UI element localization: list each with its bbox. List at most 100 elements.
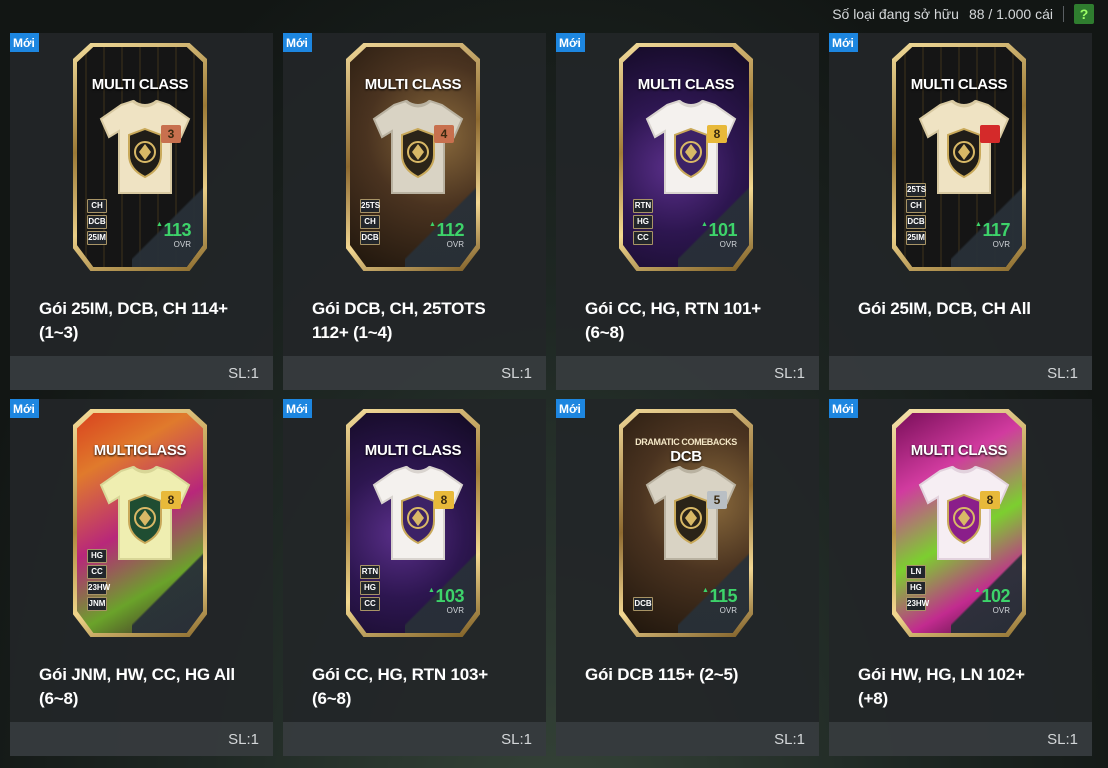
ovr-display: 101OVR xyxy=(701,220,737,249)
jersey-icon xyxy=(645,99,737,195)
upgrade-rank-badge: 8 xyxy=(434,491,454,509)
upgrade-rank-badge xyxy=(980,125,1000,143)
ovr-label: OVR xyxy=(173,240,191,249)
pack-name-line: (1~3) xyxy=(39,323,79,342)
jersey-icon xyxy=(99,465,191,561)
new-badge: Mới xyxy=(556,399,585,418)
player-card-image[interactable]: MULTI CLASS 8 LN HG 23HW 102OVR xyxy=(892,409,1026,637)
help-button[interactable]: ? xyxy=(1074,4,1094,24)
class-chip: HG xyxy=(633,215,653,229)
pack-footer: SL:1 xyxy=(829,356,1092,390)
jersey-icon xyxy=(918,99,1010,195)
pack-name-line: (6~8) xyxy=(312,689,352,708)
quantity-label: SL:1 xyxy=(774,364,805,382)
jersey-icon xyxy=(918,465,1010,561)
class-chips: 25TS CH DCB 25IM xyxy=(906,183,926,245)
ovr-value: 113 xyxy=(156,220,191,240)
player-card-image[interactable]: MULTI CLASS 3 CH DCB 25IM 113OVR xyxy=(73,43,207,271)
player-card-image[interactable]: MULTI CLASS 4 25TS CH DCB 112OVR xyxy=(346,43,480,271)
pack-item[interactable]: Mới MULTI CLASS 8 RTN HG CC 103OVR Gói CC, HG, … xyxy=(283,399,546,756)
pack-footer: SL:1 xyxy=(10,722,273,756)
pack-footer: SL:1 xyxy=(10,356,273,390)
class-chips: LN HG 23HW xyxy=(906,565,929,611)
player-card-image[interactable]: MULTI CLASS 8 RTN HG CC 101OVR xyxy=(619,43,753,271)
quantity-label: SL:1 xyxy=(228,364,259,382)
card-title: MULTI CLASS xyxy=(364,442,462,459)
pack-footer: SL:1 xyxy=(829,722,1092,756)
ovr-display: 117OVR xyxy=(975,220,1010,249)
pack-name: Gói DCB 115+ (2~5) xyxy=(556,647,819,722)
class-chip: CC xyxy=(87,565,107,579)
ovr-display: 103OVR xyxy=(428,586,464,615)
pack-name-line: Gói CC, HG, RTN 101+ xyxy=(585,299,761,318)
class-chip: CC xyxy=(360,597,380,611)
ovr-value: 117 xyxy=(975,220,1010,240)
player-card-image[interactable]: MULTI CLASS 25TS CH DCB 25IM 117OVR xyxy=(892,43,1026,271)
quantity-label: SL:1 xyxy=(774,730,805,748)
card-title: MULTI CLASS xyxy=(910,76,1008,93)
new-badge: Mới xyxy=(829,399,858,418)
card-title: MULTICLASS xyxy=(93,442,187,459)
pack-item[interactable]: MớiDRAMATIC COMEBACKSDCB5DCB115OVRGói DC… xyxy=(556,399,819,756)
card-area: MULTI CLASS 8 LN HG 23HW 102OVR xyxy=(829,399,1092,647)
pack-name: Gói 25IM, DCB, CH 114+ (1~3) xyxy=(10,281,273,356)
pack-footer: SL:1 xyxy=(556,356,819,390)
pack-item[interactable]: Mới MULTI CLASS 4 25TS CH DCB 112OVR Gói DCB, C… xyxy=(283,33,546,390)
ovr-display: 113OVR xyxy=(156,220,191,249)
pack-name-line: Gói DCB, CH, 25TOTS xyxy=(312,299,486,318)
class-chip: DCB xyxy=(633,597,653,611)
pack-item[interactable]: Mới MULTI CLASS 8 LN HG 23HW 102OVR Gói HW, HG,… xyxy=(829,399,1092,756)
upgrade-rank-badge: 4 xyxy=(434,125,454,143)
new-badge: Mới xyxy=(829,33,858,52)
pack-item[interactable]: Mới MULTI CLASS 8 RTN HG CC 101OVR Gói CC, HG, … xyxy=(556,33,819,390)
class-chip: 25TS xyxy=(906,183,926,197)
class-chip: 25IM xyxy=(87,231,107,245)
card-area: MULTI CLASS 8 RTN HG CC 101OVR xyxy=(556,33,819,281)
player-card-image[interactable]: MULTICLASS 8 HG CC 23HW JNM xyxy=(73,409,207,637)
quantity-label: SL:1 xyxy=(501,730,532,748)
pack-item[interactable]: Mới MULTICLASS 8 HG CC 23HW JNM Gói JNM, HW, CC… xyxy=(10,399,273,756)
class-chip: DCB xyxy=(87,215,107,229)
jersey-icon xyxy=(372,465,464,561)
ovr-display: 102OVR xyxy=(974,586,1010,615)
pack-item[interactable]: Mới MULTI CLASS 3 CH DCB 25IM 113OVR Gói 25IM, … xyxy=(10,33,273,390)
divider xyxy=(1063,6,1064,22)
class-chip: 25IM xyxy=(906,231,926,245)
class-chips: 25TS CH DCB xyxy=(360,199,380,245)
class-chips: DCB xyxy=(633,597,653,611)
pack-name-line: Gói CC, HG, RTN 103+ xyxy=(312,665,488,684)
new-badge: Mới xyxy=(556,33,585,52)
class-chip: 23HW xyxy=(87,581,110,595)
jersey-icon xyxy=(372,99,464,195)
pack-name: Gói 25IM, DCB, CH All xyxy=(829,281,1092,356)
card-area: MULTI CLASS 8 RTN HG CC 103OVR xyxy=(283,399,546,647)
ovr-value: 101 xyxy=(701,220,737,240)
pack-name: Gói CC, HG, RTN 103+ (6~8) xyxy=(283,647,546,722)
new-badge: Mới xyxy=(10,399,39,418)
upgrade-rank-badge: 8 xyxy=(707,125,727,143)
pack-name: Gói DCB, CH, 25TOTS 112+ (1~4) xyxy=(283,281,546,356)
quantity-label: SL:1 xyxy=(501,364,532,382)
ovr-value: 115 xyxy=(702,586,737,606)
card-subtitle: DRAMATIC COMEBACKS xyxy=(635,437,737,447)
player-card-image[interactable]: MULTI CLASS 8 RTN HG CC 103OVR xyxy=(346,409,480,637)
pack-name-line: (6~8) xyxy=(585,323,625,342)
ovr-label: OVR xyxy=(446,606,464,615)
new-badge: Mới xyxy=(10,33,39,52)
card-area: MULTI CLASS 3 CH DCB 25IM 113OVR xyxy=(10,33,273,281)
class-chip: CH xyxy=(87,199,107,213)
ovr-value: 102 xyxy=(974,586,1010,606)
ovr-label: OVR xyxy=(992,240,1010,249)
class-chip: LN xyxy=(906,565,926,579)
class-chips: HG CC 23HW JNM xyxy=(87,549,110,611)
player-card-image[interactable]: DRAMATIC COMEBACKSDCB5DCB115OVR xyxy=(619,409,753,637)
ovr-value: 112 xyxy=(429,220,464,240)
class-chip: HG xyxy=(906,581,926,595)
owned-value: 88 / 1.000 cái xyxy=(968,6,1053,22)
pack-name-line: Gói JNM, HW, CC, HG All xyxy=(39,665,235,684)
pack-item[interactable]: Mới MULTI CLASS 25TS CH DCB 25IM 117OVR Gói 25I… xyxy=(829,33,1092,390)
class-chip: RTN xyxy=(360,565,380,579)
class-chip: JNM xyxy=(87,597,107,611)
upgrade-rank-badge: 8 xyxy=(161,491,181,509)
pack-name-line: (6~8) xyxy=(39,689,79,708)
